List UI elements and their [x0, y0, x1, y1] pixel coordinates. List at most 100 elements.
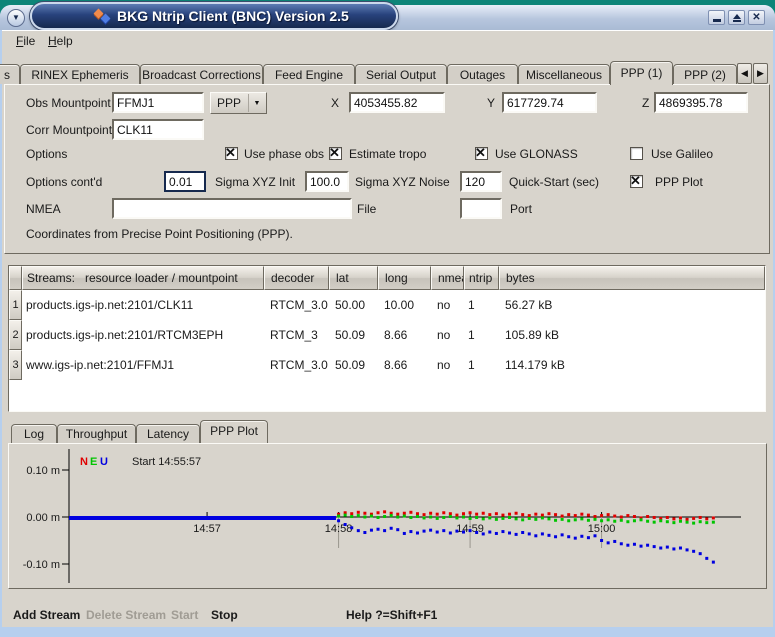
add-stream-button[interactable]: Add Stream	[13, 605, 80, 625]
obs-mountpoint-label: Obs Mountpoint	[26, 92, 111, 114]
tab-miscellaneous[interactable]: Miscellaneous	[518, 64, 610, 84]
svg-text:-0.10 m: -0.10 m	[23, 559, 60, 571]
row-number[interactable]: 2	[9, 320, 22, 350]
app-window: ▼ BKG Ntrip Client (BNC) Version 2.5 ✕ F…	[0, 5, 775, 637]
port-label: Port	[510, 198, 532, 220]
minimize-button[interactable]	[708, 10, 725, 25]
window-body: File Help s RINEX Ephemeris Broadcast Co…	[2, 30, 773, 627]
stop-button[interactable]: Stop	[211, 605, 238, 625]
check-mark-icon: ✕	[475, 145, 486, 161]
row-number[interactable]: 1	[9, 290, 22, 320]
estimate-tropo-checkbox[interactable]: ✕	[329, 147, 342, 160]
svg-text:0.00 m: 0.00 m	[26, 512, 60, 524]
cell-decoder: RTCM_3.0	[264, 350, 329, 380]
tab-latency[interactable]: Latency	[136, 424, 200, 443]
sigma-xyz-init-input[interactable]	[164, 171, 206, 192]
svg-text:0.10 m: 0.10 m	[26, 465, 60, 477]
tab-scroll-left-button[interactable]: ◀	[737, 63, 752, 84]
streams-table: Streams: resource loader / mountpoint de…	[8, 265, 766, 412]
tab-ppp-2[interactable]: PPP (2)	[673, 64, 737, 84]
sigma-xyz-init-label: Sigma XYZ Init	[215, 171, 295, 193]
ppp-mode-combobox[interactable]: PPP ▼	[210, 92, 267, 114]
column-header-lat[interactable]: lat	[329, 266, 378, 290]
tab-broadcast-corrections[interactable]: Broadcast Corrections	[140, 64, 263, 84]
cell-ntrip: 1	[464, 350, 499, 380]
desktop-background: ▼ BKG Ntrip Client (BNC) Version 2.5 ✕ F…	[0, 0, 775, 637]
corr-mountpoint-input[interactable]	[112, 119, 204, 140]
close-button[interactable]: ✕	[748, 10, 765, 25]
ppp-plot-checkbox[interactable]: ✕	[630, 175, 643, 188]
column-header-decoder[interactable]: decoder	[264, 266, 329, 290]
table-row[interactable]: 2 products.igs-ip.net:2101/RTCM3EPH RTCM…	[9, 320, 765, 350]
title-capsule: BKG Ntrip Client (BNC) Version 2.5	[30, 2, 398, 30]
cell-long: 8.66	[378, 350, 431, 380]
chevron-down-icon: ▼	[12, 14, 20, 22]
y-coordinate-input[interactable]	[502, 92, 597, 113]
file-input[interactable]	[460, 198, 502, 219]
z-coordinate-input[interactable]	[654, 92, 748, 113]
cell-nmea: no	[431, 290, 464, 320]
corr-mountpoint-label: Corr Mountpoint	[26, 119, 112, 141]
chevron-down-icon: ▼	[254, 100, 261, 107]
check-mark-icon: ✕	[630, 173, 641, 189]
svg-text:14:58: 14:58	[325, 523, 353, 535]
tab-ppp-1[interactable]: PPP (1)	[610, 61, 673, 85]
cell-bytes: 114.179 kB	[499, 350, 765, 380]
tab-scroll-right-button[interactable]: ▶	[753, 63, 768, 84]
nmea-label: NMEA	[26, 198, 61, 220]
column-header-nmea[interactable]: nmea	[431, 266, 464, 290]
nmea-input[interactable]	[112, 198, 352, 219]
sigma-xyz-noise-input[interactable]	[305, 171, 349, 192]
tab-log[interactable]: Log	[11, 424, 57, 443]
combo-dropdown-button[interactable]: ▼	[248, 94, 265, 112]
cell-ntrip: 1	[464, 290, 499, 320]
menu-help[interactable]: Help	[45, 33, 76, 49]
table-header-row: Streams: resource loader / mountpoint de…	[9, 266, 765, 290]
tab-ppp-plot[interactable]: PPP Plot	[200, 420, 268, 443]
titlebar[interactable]: ▼ BKG Ntrip Client (BNC) Version 2.5 ✕	[0, 5, 775, 30]
table-row[interactable]: 3 www.igs-ip.net:2101/FFMJ1 RTCM_3.0 50.…	[9, 350, 765, 380]
start-button[interactable]: Start	[171, 605, 198, 625]
cell-lat: 50.09	[329, 320, 378, 350]
column-header-bytes[interactable]: bytes	[499, 266, 765, 290]
svg-text:Start 14:55:57: Start 14:55:57	[132, 456, 201, 468]
cell-nmea: no	[431, 350, 464, 380]
menubar: File Help	[2, 30, 773, 52]
tab-feed-engine[interactable]: Feed Engine	[263, 64, 355, 84]
quick-start-input[interactable]	[460, 171, 502, 192]
check-mark-icon: ✕	[329, 145, 340, 161]
menu-file[interactable]: File	[13, 33, 38, 49]
cell-mountpoint: products.igs-ip.net:2101/RTCM3EPH	[22, 320, 264, 350]
column-header-long[interactable]: long	[378, 266, 431, 290]
obs-mountpoint-input[interactable]	[112, 92, 204, 113]
svg-text:U: U	[100, 456, 108, 468]
delete-stream-button[interactable]: Delete Stream	[86, 605, 166, 625]
tab-clipped[interactable]: s	[0, 64, 20, 84]
ppp-mode-value: PPP	[211, 96, 248, 110]
tab-serial-output[interactable]: Serial Output	[355, 64, 447, 84]
cell-long: 10.00	[378, 290, 431, 320]
maximize-icon	[733, 14, 741, 19]
x-coordinate-input[interactable]	[349, 92, 445, 113]
minimize-icon	[713, 19, 721, 22]
use-glonass-checkbox[interactable]: ✕	[475, 147, 488, 160]
cell-bytes: 56.27 kB	[499, 290, 765, 320]
row-number[interactable]: 3	[9, 350, 22, 380]
window-menu-button[interactable]: ▼	[7, 9, 25, 27]
column-header-mountpoint[interactable]: Streams: resource loader / mountpoint	[22, 266, 264, 290]
maximize-button[interactable]	[728, 10, 745, 25]
cell-lat: 50.00	[329, 290, 378, 320]
table-row[interactable]: 1 products.igs-ip.net:2101/CLK11 RTCM_3.…	[9, 290, 765, 320]
window-title: BKG Ntrip Client (BNC) Version 2.5	[117, 8, 349, 24]
ppp-plot-label: PPP Plot	[655, 171, 703, 193]
estimate-tropo-label: Estimate tropo	[349, 146, 426, 162]
column-header-ntrip[interactable]: ntrip	[464, 266, 499, 290]
cell-long: 8.66	[378, 320, 431, 350]
tab-throughput[interactable]: Throughput	[57, 424, 136, 443]
svg-text:14:57: 14:57	[193, 523, 221, 535]
use-phase-obs-checkbox[interactable]: ✕	[225, 147, 238, 160]
tab-rinex-ephemeris[interactable]: RINEX Ephemeris	[20, 64, 140, 84]
tab-outages[interactable]: Outages	[447, 64, 518, 84]
use-phase-obs-label: Use phase obs	[244, 146, 324, 162]
use-galileo-checkbox[interactable]: ✕	[630, 147, 643, 160]
